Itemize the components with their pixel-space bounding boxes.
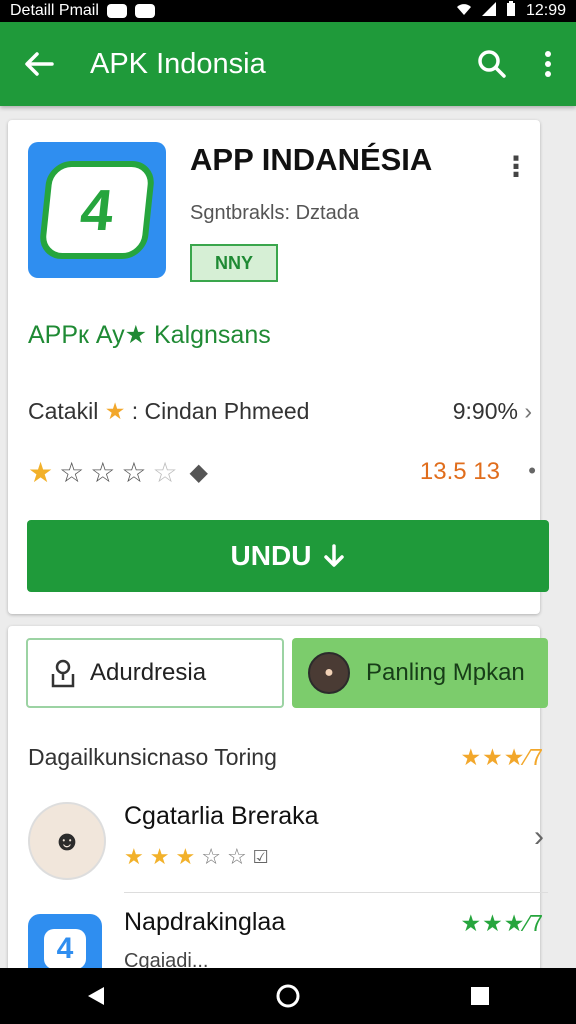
back-button[interactable] [10,51,68,77]
download-button[interactable]: UNDU [27,520,549,592]
app-bar-title: APK Indonsia [90,47,266,80]
stat-label: Catakil ★ : Cindan Phmeed [28,398,309,425]
status-time: 12:99 [525,2,566,19]
arrow-left-icon [25,52,54,76]
stat-value[interactable]: 9:90% › [453,398,532,425]
list-card: Adurdresia ● Panling Mpkan Dagailkunsicn… [8,626,548,986]
star-empty-icon: ☆ [90,457,116,488]
list-title-stars: ★★★⁄7 [460,744,544,770]
nav-recents-button[interactable] [440,968,520,1024]
list-item-stars: ★★★⁄7 [460,910,544,936]
battery-icon [506,0,516,22]
outline-button[interactable]: Adurdresia [26,638,284,708]
status-message-icon [134,4,155,18]
star-full-icon: ★ [175,844,196,869]
status-bar: Detaill Pmail 12:99 [0,0,576,22]
app-title: APP INDANÉSIA [190,142,433,177]
app-bar: APK Indonsia [0,22,576,106]
star-empty-icon: ☆ [201,844,221,869]
app-price: 13.5 13 [419,458,500,485]
star-icon: ★ [104,398,126,424]
filled-button[interactable]: ● Panling Mpkan [292,638,548,708]
status-carrier: Detaill Pmail [10,2,99,19]
avatar: ☻ [28,802,106,880]
wifi-icon [456,2,472,21]
arrow-down-icon [324,544,345,567]
app-icon: 4 [28,142,166,278]
filled-button-label: Panling Mpkan [366,659,525,686]
avatar: ● [308,652,350,694]
star-full-icon: ★ [149,844,170,869]
circle-home-icon [276,984,300,1008]
square-recents-icon [471,987,489,1005]
search-icon [478,50,506,78]
nav-back-button[interactable] [56,968,136,1024]
triangle-back-icon [88,987,104,1005]
chevron-right-icon: › [534,820,544,853]
outline-button-label: Adurdresia [90,659,207,686]
app-logo-glyph: 4 [44,929,86,969]
star-empty-icon: ☆ [121,457,147,488]
star-empty-icon: ☆ [226,844,247,869]
app-subtitle: Sgntbrakls: Dztada [190,202,359,224]
rating-stars: ★ ☆ ☆ ☆ ☆ ◆ [28,456,208,489]
list-title: Dagailkunsicnaso Toring [28,744,277,770]
card-more-icon[interactable]: ⋮ [502,150,530,183]
app-logo-glyph: 4 [37,161,157,259]
list-item-name: Cgatarlia Breraka [124,802,319,830]
stat-label-prefix: Catakil [28,398,99,424]
list-item[interactable]: ☻ Cgatarlia Breraka ★ ★ ★ ☆ ☆ ☑ › [28,802,548,886]
pin-icon [51,659,75,688]
star-empty-icon: ☆ [59,457,85,488]
dot-icon: • [528,458,536,483]
more-vert-icon [545,51,551,77]
app-detail-card: 4 APP INDANÉSIA ⋮ Sgntbrakls: Dztada NNY… [8,120,549,614]
list-item-rating: ★ ★ ★ ☆ ☆ ☑ [124,844,269,870]
download-label: UNDU [230,540,312,571]
stat-label-suffix: : Cindan Phmeed [131,398,310,424]
more-options-button[interactable] [520,50,576,78]
nav-home-button[interactable] [248,968,328,1024]
divider [124,892,548,893]
chevron-right-icon: › [524,398,532,424]
app-tagline: APPк Ay★ Kalgnsans [28,321,271,349]
app-badge: NNY [190,244,278,282]
system-nav-bar [0,968,576,1024]
signal-icon [481,1,496,21]
status-notification-icon [106,4,127,18]
star-full-icon: ★ [28,457,54,488]
list-item-name: Napdrakinglaa [124,908,286,936]
check-icon: ☑ [252,846,269,867]
star-empty-icon: ☆ [152,457,178,488]
stat-value-text: 9:90% [452,398,518,424]
badge-text: NNY [214,252,253,273]
tag-icon: ◆ [189,459,209,486]
star-full-icon: ★ [124,844,144,869]
search-button[interactable] [464,49,520,79]
